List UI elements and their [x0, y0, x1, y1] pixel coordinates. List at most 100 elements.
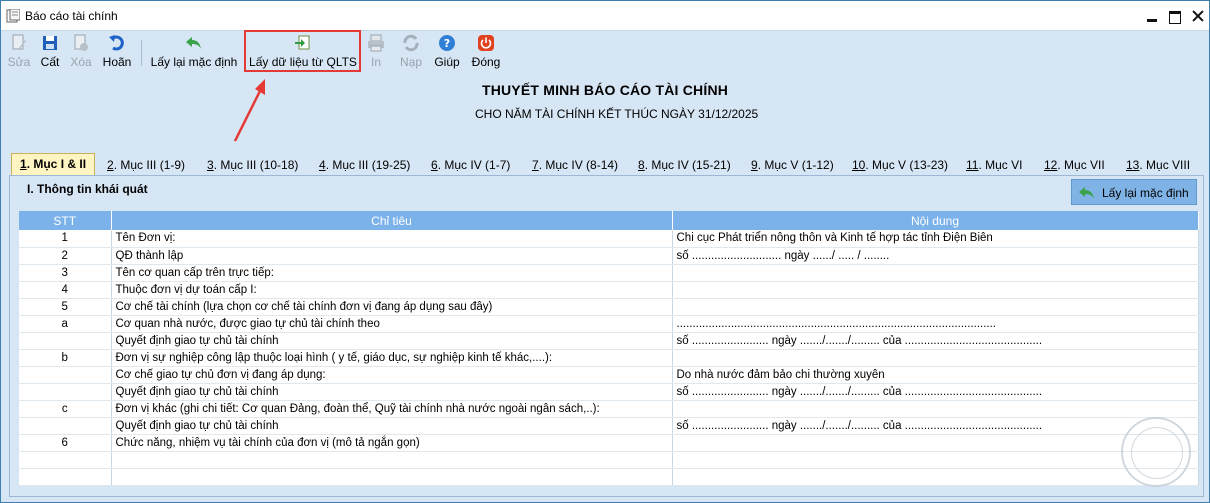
cell-content[interactable] — [672, 349, 1199, 367]
tab-muc-8[interactable]: 13. Mục VIII — [1126, 155, 1190, 175]
cell-stt: a — [19, 315, 112, 333]
column-header-stt[interactable]: STT — [19, 211, 112, 230]
minimize-button[interactable] — [1141, 5, 1163, 27]
report-subtitle: CHO NĂM TÀI CHÍNH KẾT THÚC NGÀY 31/12/20… — [475, 107, 759, 121]
help-icon: ? — [439, 35, 455, 51]
app-icon — [6, 9, 20, 23]
cell-indicator: Cơ chế tài chính (lựa chọn cơ chế tài ch… — [111, 298, 673, 316]
cell-content[interactable] — [672, 281, 1199, 299]
toolbar-separator — [141, 40, 142, 66]
cell-stt: b — [19, 349, 112, 367]
tab-muc-4-15-21[interactable]: 8. Mục IV (15-21) — [638, 155, 731, 175]
cell-indicator: Thuộc đơn vị dự toán cấp I: — [111, 281, 673, 299]
cell-content[interactable]: Do nhà nước đảm bảo chi thường xuyên — [672, 366, 1199, 384]
table-row[interactable]: 1 Tên Đơn vị: Chi cục Phát triển nông thôn… — [19, 230, 1199, 248]
tab-muc-3-19-25[interactable]: 4. Mục III (19-25) — [319, 155, 410, 175]
cell-stt: 1 — [19, 230, 112, 248]
power-icon — [478, 35, 494, 51]
table-row[interactable]: c Đơn vị khác (ghi chi tiết: Cơ quan Đảng… — [19, 400, 1199, 418]
table-row[interactable]: Quyết định giao tự chủ tài chính số .....… — [19, 383, 1199, 401]
table-row[interactable]: Cơ chế giao tự chủ đơn vị đang áp dụng: D… — [19, 366, 1199, 384]
table-row-empty[interactable] — [19, 468, 1199, 486]
table-row[interactable]: Quyết định giao tự chủ tài chính số .....… — [19, 332, 1199, 350]
tab-bar: 1. Mục I & II 2. Mục III (1-9) 3. Mục II… — [9, 153, 1209, 176]
cell-content[interactable]: số ........................ ngày .......… — [672, 417, 1199, 435]
cell-indicator: Quyết định giao tự chủ tài chính — [111, 332, 673, 350]
window-title: Báo cáo tài chính — [25, 9, 118, 23]
cell-indicator — [111, 468, 673, 486]
tab-muc-4-1-7[interactable]: 6. Mục IV (1-7) — [431, 155, 510, 175]
undo-icon — [109, 35, 124, 51]
table-row-empty[interactable] — [19, 451, 1199, 469]
delete-button[interactable]: Xóa — [67, 32, 95, 72]
cell-indicator: Tên Đơn vị: — [111, 230, 673, 248]
floppy-disk-icon — [43, 36, 57, 50]
edit-icon — [12, 34, 26, 50]
cell-indicator: Quyết định giao tự chủ tài chính — [111, 417, 673, 435]
table-row[interactable]: 2 QĐ thành lập số ........................… — [19, 247, 1199, 265]
maximize-button[interactable] — [1164, 5, 1186, 27]
report-title: THUYẾT MINH BÁO CÁO TÀI CHÍNH — [481, 82, 729, 98]
cell-stt: 5 — [19, 298, 112, 316]
reset-default-button[interactable]: Lấy lại mặc định — [149, 32, 239, 72]
tab-muc-4-8-14[interactable]: 7. Mục IV (8-14) — [532, 155, 618, 175]
cell-content[interactable] — [672, 451, 1199, 469]
tab-muc-5-13-23[interactable]: 10. Mục V (13-23) — [852, 155, 948, 175]
cell-content[interactable]: số ........................ ngày .......… — [672, 383, 1199, 401]
print-button[interactable]: In — [365, 32, 387, 72]
highlight-box — [244, 30, 361, 72]
save-button[interactable]: Cất — [37, 32, 63, 72]
help-button[interactable]: ? Giúp — [431, 32, 463, 72]
tab-muc-6[interactable]: 11. Mục VI — [966, 155, 1022, 175]
column-header-content[interactable]: Nội dung — [672, 211, 1199, 230]
tab-muc-3-10-18[interactable]: 3. Mục III (10-18) — [207, 155, 298, 175]
table-row[interactable]: 5 Cơ chế tài chính (lựa chọn cơ chế tài c… — [19, 298, 1199, 316]
cell-indicator — [111, 451, 673, 469]
cell-content[interactable] — [672, 264, 1199, 282]
cell-indicator: Quyết định giao tự chủ tài chính — [111, 383, 673, 401]
cell-content[interactable]: ........................................… — [672, 315, 1199, 333]
tab-muc-3-1-9[interactable]: 2. Mục III (1-9) — [107, 155, 185, 175]
table-row[interactable]: 4 Thuộc đơn vị dự toán cấp I: — [19, 281, 1199, 299]
cell-stt: 4 — [19, 281, 112, 299]
info-table: STT Chỉ tiêu Nội dung 1 Tên Đơn vị: Chi cụ… — [19, 211, 1199, 486]
cell-content[interactable]: số ........................ ngày .......… — [672, 332, 1199, 350]
table-row[interactable]: Quyết định giao tự chủ tài chính số .....… — [19, 417, 1199, 435]
cell-content[interactable] — [672, 434, 1199, 452]
tab-muc-7[interactable]: 12. Mục VII — [1044, 155, 1105, 175]
cell-indicator: Đơn vị sự nghiệp công lập thuộc loại hìn… — [111, 349, 673, 367]
tab-muc-1-2[interactable]: 1. Mục I & II — [11, 153, 96, 176]
cell-indicator: Tên cơ quan cấp trên trực tiếp: — [111, 264, 673, 282]
cell-content[interactable]: số ............................ ngày ...… — [672, 247, 1199, 265]
edit-button[interactable]: Sửa — [5, 32, 33, 72]
watermark-stamp — [1121, 417, 1191, 487]
cell-indicator: QĐ thành lập — [111, 247, 673, 265]
load-button[interactable]: Nạp — [397, 32, 425, 72]
cell-stt — [19, 451, 112, 469]
table-row[interactable]: 6 Chức năng, nhiệm vụ tài chính của đơn v… — [19, 434, 1199, 452]
cell-stt: 3 — [19, 264, 112, 282]
table-row[interactable]: 3 Tên cơ quan cấp trên trực tiếp: — [19, 264, 1199, 282]
refresh-icon — [403, 34, 419, 52]
close-window-button[interactable] — [1187, 5, 1209, 27]
cell-content[interactable]: Chi cục Phát triển nông thôn và Kinh tế … — [672, 230, 1199, 248]
tab-muc-5-1-12[interactable]: 9. Mục V (1-12) — [751, 155, 834, 175]
cell-stt — [19, 468, 112, 486]
cell-content[interactable] — [672, 400, 1199, 418]
cell-content[interactable] — [672, 468, 1199, 486]
cell-indicator: Chức năng, nhiệm vụ tài chính của đơn vị… — [111, 434, 673, 452]
cell-stt — [19, 383, 112, 401]
close-button[interactable]: Đóng — [469, 32, 503, 72]
back-arrow-icon — [186, 37, 201, 49]
printer-icon — [368, 34, 384, 52]
column-header-indicator[interactable]: Chỉ tiêu — [111, 211, 673, 230]
cell-stt: c — [19, 400, 112, 418]
cell-stt: 6 — [19, 434, 112, 452]
table-row[interactable]: b Đơn vị sự nghiệp công lập thuộc loại hì… — [19, 349, 1199, 367]
cell-content[interactable] — [672, 298, 1199, 316]
table-row[interactable]: a Cơ quan nhà nước, được giao tự chủ tài … — [19, 315, 1199, 333]
cell-stt — [19, 332, 112, 350]
undo-button[interactable]: Hoãn — [101, 32, 133, 72]
reset-default-section-button[interactable]: Lấy lại mặc định — [1071, 179, 1197, 205]
report-window: Báo cáo tài chính Sửa Cất Xóa Hoãn Lấy l… — [0, 0, 1210, 503]
